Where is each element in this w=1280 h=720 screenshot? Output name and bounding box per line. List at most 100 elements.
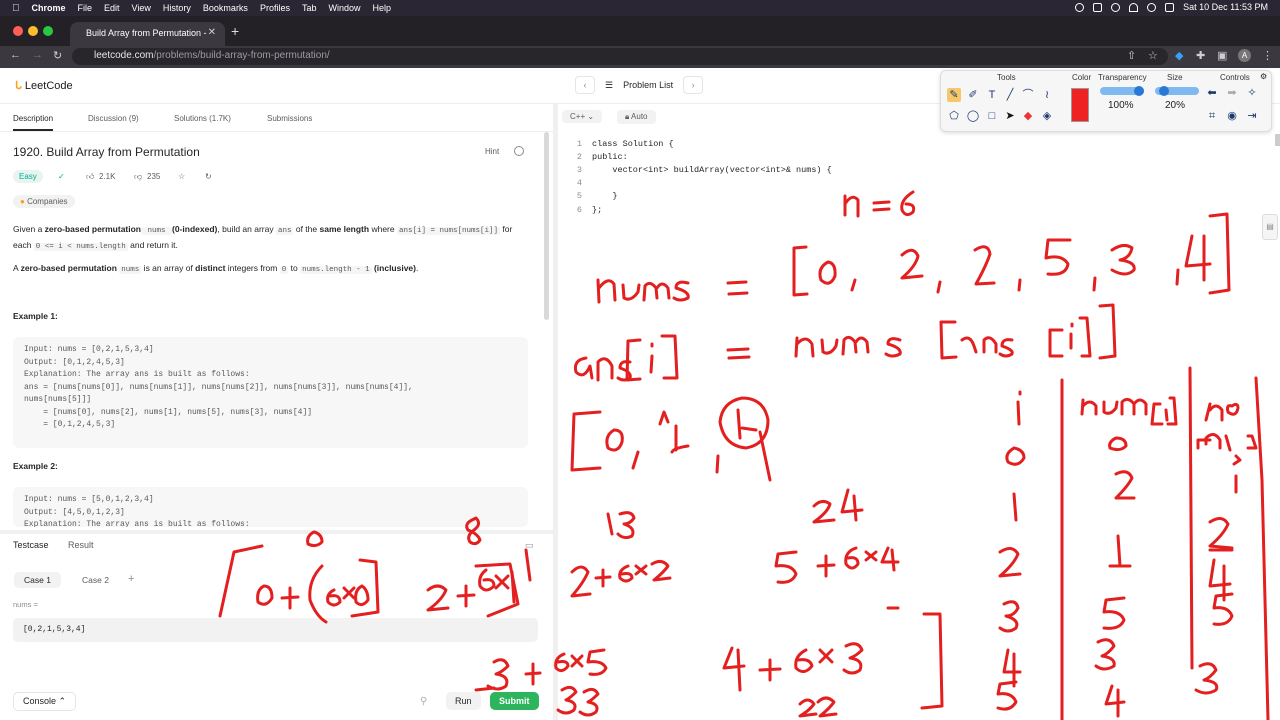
ink-stroke [1048, 328, 1064, 358]
menu-profiles[interactable]: Profiles [260, 3, 290, 13]
tab-result[interactable]: Result [68, 540, 94, 550]
eraser-icon[interactable]: ◆ [1021, 109, 1035, 123]
undo-icon[interactable]: ⬅ [1205, 86, 1219, 100]
case-1-tab[interactable]: Case 1 [14, 572, 61, 588]
redo-icon[interactable]: ➡ [1225, 86, 1239, 100]
problem-list-link[interactable]: Problem List [623, 80, 673, 90]
eye-icon[interactable] [1111, 2, 1121, 12]
line-tool-icon[interactable]: ╱ [1003, 88, 1017, 102]
menu-window[interactable]: Window [328, 3, 360, 13]
freeform-icon[interactable]: ≀ [1040, 88, 1054, 102]
highlighter-icon[interactable]: ✐ [966, 88, 980, 102]
screenshot-icon[interactable]: ⌗ [1205, 109, 1219, 123]
menu-help[interactable]: Help [372, 3, 391, 13]
circle-tool-icon[interactable]: ◯ [966, 109, 980, 123]
code-line-3[interactable]: vector<int> buildArray(vector<int>& nums… [592, 165, 831, 175]
close-window-button[interactable] [13, 26, 23, 36]
favorite-star-icon[interactable]: ☆ [178, 172, 185, 181]
code-line-2[interactable]: public: [592, 152, 628, 162]
menu-tab[interactable]: Tab [302, 3, 317, 13]
like-icon[interactable]: 👍︎ [86, 172, 94, 182]
color-swatch[interactable] [1071, 88, 1089, 122]
tab-submissions[interactable]: Submissions [267, 114, 312, 123]
menu-edit[interactable]: Edit [104, 3, 120, 13]
leetcode-logo[interactable]: ᒐ LeetCode [15, 79, 73, 92]
chevron-down-icon: ⌄ [587, 112, 595, 121]
fill-icon[interactable]: ◈ [1040, 109, 1054, 123]
share-icon[interactable]: ↻ [205, 172, 212, 181]
hide-icon[interactable]: ◉ [1225, 109, 1239, 123]
close-tab-icon[interactable]: ✕ [208, 27, 216, 38]
prev-problem-button[interactable]: ‹ [575, 76, 595, 94]
code-line-5[interactable]: } [592, 191, 617, 201]
case-2-tab[interactable]: Case 2 [72, 572, 119, 588]
new-tab-icon[interactable]: + [231, 23, 239, 39]
debug-icon[interactable]: ⚲ [420, 696, 427, 707]
minimize-window-button[interactable] [28, 26, 38, 36]
menu-app-name[interactable]: Chrome [32, 3, 66, 13]
profile-avatar[interactable]: A [1238, 49, 1251, 62]
browser-menu-icon[interactable]: ⋮ [1262, 49, 1273, 62]
apple-icon[interactable]:  [12, 3, 20, 14]
control-center-icon[interactable] [1165, 2, 1175, 12]
side-note-icon[interactable]: ▤ [1262, 214, 1278, 240]
difficulty-badge: Easy [13, 170, 43, 183]
puzzle-icon[interactable]: ✚ [1196, 49, 1205, 62]
record-icon[interactable] [1075, 2, 1085, 12]
bookmark-star-icon[interactable]: ☆ [1148, 49, 1158, 62]
share-icon[interactable]: ⇧ [1127, 49, 1136, 62]
transparency-slider[interactable] [1100, 86, 1144, 96]
slider-knob[interactable] [1134, 86, 1144, 96]
reload-icon[interactable]: ↻ [53, 49, 62, 62]
wifi-icon[interactable] [1129, 2, 1139, 12]
shield-icon[interactable] [1093, 2, 1103, 12]
editor-scrollbar[interactable] [1275, 134, 1280, 146]
nums-input[interactable]: [0,2,1,5,3,4] [13, 618, 538, 642]
size-slider[interactable] [1155, 86, 1199, 96]
menubar-datetime[interactable]: Sat 10 Dec 11:53 PM [1183, 2, 1268, 12]
browser-tab[interactable]: Build Array from Permutation - ✕ [70, 22, 225, 46]
menu-bookmarks[interactable]: Bookmarks [203, 3, 248, 13]
exit-icon[interactable]: ⇥ [1245, 109, 1259, 123]
code-line-6[interactable]: }; [592, 205, 602, 215]
run-button[interactable]: Run [446, 692, 481, 710]
hint-button[interactable]: Hint [485, 147, 499, 156]
dislike-icon[interactable]: 👎︎ [134, 172, 142, 182]
cursor-icon[interactable]: ➤ [1003, 109, 1017, 123]
submit-button[interactable]: Submit [490, 692, 539, 710]
search-icon[interactable] [1147, 2, 1157, 12]
vertical-splitter[interactable] [553, 104, 558, 720]
clear-icon[interactable]: ✧ [1245, 86, 1259, 100]
extension-icon[interactable]: ◆ [1175, 49, 1183, 62]
settings-circle-icon[interactable] [514, 146, 524, 156]
text-tool-icon[interactable]: T [985, 88, 999, 102]
polygon-icon[interactable]: ⬠ [947, 109, 961, 123]
sidepanel-icon[interactable]: ▣ [1217, 49, 1227, 62]
tab-testcase[interactable]: Testcase [13, 540, 49, 550]
back-icon[interactable]: ← [10, 49, 21, 61]
menu-history[interactable]: History [163, 3, 191, 13]
add-case-icon[interactable]: + [128, 573, 134, 585]
companies-tag[interactable]: ● Companies [13, 195, 75, 208]
rectangle-tool-icon[interactable]: □ [985, 109, 999, 123]
tab-description[interactable]: Description [13, 114, 54, 131]
curve-tool-icon[interactable]: ⌒ [1021, 88, 1035, 102]
next-problem-button[interactable]: › [683, 76, 704, 94]
pencil-icon[interactable]: ✎ [947, 88, 961, 102]
forward-icon[interactable]: → [32, 49, 43, 61]
tab-solutions[interactable]: Solutions (1.7K) [174, 114, 231, 123]
zoom-window-button[interactable] [43, 26, 53, 36]
console-button[interactable]: Console ⌃ [13, 692, 77, 711]
pane-splitter[interactable] [0, 530, 553, 534]
address-bar[interactable]: leetcode.com/problems/build-array-from-p… [72, 48, 1168, 65]
language-select[interactable]: C++ ⌄ [562, 110, 603, 123]
slider-knob[interactable] [1159, 86, 1169, 96]
menu-file[interactable]: File [78, 3, 93, 13]
collapse-icon[interactable]: ▭ [525, 540, 534, 551]
menu-view[interactable]: View [132, 3, 151, 13]
description-scrollbar[interactable] [544, 132, 549, 320]
code-line-1[interactable]: class Solution { [592, 139, 674, 149]
tab-discussion[interactable]: Discussion (9) [88, 114, 139, 123]
settings-icon[interactable]: ⚙ [1260, 72, 1267, 81]
autocomplete-toggle[interactable]: 🔒︎ Auto [617, 110, 656, 124]
